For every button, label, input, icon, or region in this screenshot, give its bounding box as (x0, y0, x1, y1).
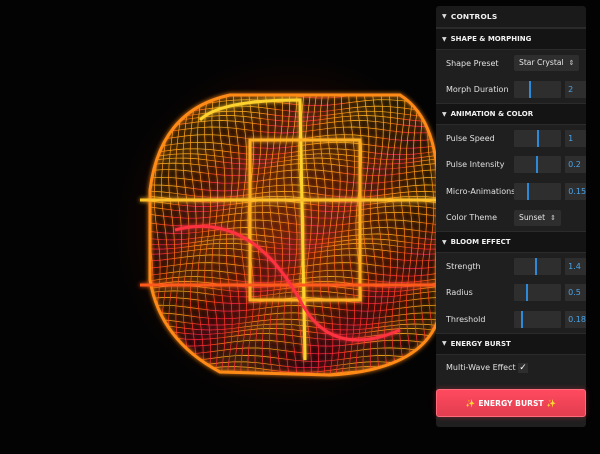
radius-slider[interactable] (513, 284, 562, 302)
controls-header[interactable]: ▼ CONTROLS (436, 6, 586, 28)
color-theme-label: Color Theme (446, 213, 498, 223)
pulse-speed-row: Pulse Speed 1 (436, 125, 586, 152)
morph-duration-row: Morph Duration 2 (436, 76, 586, 103)
folder-title: BLOOM EFFECT (450, 238, 511, 246)
micro-animations-label: Micro-Animations (446, 186, 516, 196)
radius-label: Radius (446, 288, 473, 298)
caret-down-icon: ▼ (442, 340, 447, 347)
multi-wave-label: Multi-Wave Effect (446, 363, 516, 373)
micro-animations-slider[interactable] (514, 182, 562, 200)
strength-input[interactable]: 1.4 (565, 257, 586, 275)
controls-title: CONTROLS (450, 12, 498, 21)
pulse-speed-slider[interactable] (513, 129, 562, 147)
color-theme-value: Sunset (519, 212, 546, 222)
multi-wave-checkbox[interactable]: ✓ (518, 362, 528, 373)
sparkles-icon: ✨ (465, 398, 476, 408)
radius-input[interactable]: 0.5 (565, 284, 586, 302)
micro-animations-input[interactable]: 0.15 (565, 182, 586, 200)
shape-preset-label: Shape Preset (446, 58, 499, 68)
folder-title: ENERGY BURST (450, 339, 511, 348)
folder-animation-color[interactable]: ▼ ANIMATION & COLOR (436, 103, 586, 125)
panel-spacer (436, 381, 586, 389)
shape-preset-row: Shape Preset Star Crystal ⇕ (436, 50, 586, 77)
sparkles-icon: ✨ (546, 398, 557, 408)
slider-handle[interactable] (525, 284, 528, 302)
radius-row: Radius 0.5 (436, 279, 586, 306)
slider-handle[interactable] (534, 257, 537, 275)
threshold-input[interactable]: 0.18 (565, 310, 586, 328)
folder-shape-morphing[interactable]: ▼ SHAPE & MORPHING (436, 28, 586, 50)
morph-duration-input[interactable]: 2 (565, 81, 586, 99)
pulse-intensity-input[interactable]: 0.2 (565, 156, 586, 174)
strength-slider[interactable] (513, 257, 562, 275)
slider-handle[interactable] (520, 310, 523, 328)
multi-wave-row: Multi-Wave Effect ✓ (436, 354, 586, 381)
pulse-intensity-label: Pulse Intensity (446, 160, 505, 170)
caret-down-icon: ▼ (442, 238, 447, 246)
color-theme-select[interactable]: Sunset ⇕ (514, 209, 561, 226)
slider-handle[interactable] (528, 81, 531, 99)
shape-preset-value: Star Crystal (519, 58, 564, 68)
checkmark-icon: ✓ (519, 362, 527, 373)
controls-panel: ▼ CONTROLS ▼ SHAPE & MORPHING Shape Pres… (436, 6, 586, 436)
folder-title: SHAPE & MORPHING (450, 35, 532, 43)
pulse-speed-label: Pulse Speed (446, 133, 495, 143)
select-arrows-icon: ⇕ (568, 59, 575, 68)
folder-title: ANIMATION & COLOR (450, 110, 534, 118)
caret-down-icon: ▼ (442, 35, 447, 43)
caret-down-icon: ▼ (442, 13, 447, 20)
threshold-label: Threshold (446, 314, 486, 324)
energy-burst-button[interactable]: ✨ ENERGY BURST ✨ (436, 389, 586, 417)
strength-label: Strength (446, 261, 481, 271)
pulse-intensity-row: Pulse Intensity 0.2 (436, 151, 586, 178)
color-theme-row: Color Theme Sunset ⇕ (436, 204, 586, 231)
pulse-intensity-slider[interactable] (513, 156, 562, 174)
energy-burst-area: ✨ ENERGY BURST ✨ (436, 389, 586, 427)
folder-energy-burst[interactable]: ▼ ENERGY BURST (436, 332, 586, 355)
morph-duration-slider[interactable] (513, 81, 562, 99)
energy-burst-label: ENERGY BURST (478, 398, 544, 408)
caret-down-icon: ▼ (442, 110, 447, 118)
threshold-row: Threshold 0.18 (436, 306, 586, 333)
slider-handle[interactable] (535, 156, 538, 174)
shape-preset-select[interactable]: Star Crystal ⇕ (514, 55, 580, 72)
threshold-slider[interactable] (513, 310, 562, 328)
pulse-speed-input[interactable]: 1 (565, 129, 586, 147)
folder-bloom-effect[interactable]: ▼ BLOOM EFFECT (436, 231, 586, 253)
select-arrows-icon: ⇕ (550, 213, 556, 222)
micro-animations-row: Micro-Animations 0.15 (436, 178, 586, 205)
strength-row: Strength 1.4 (436, 253, 586, 280)
slider-handle[interactable] (527, 182, 529, 200)
morph-duration-label: Morph Duration (446, 85, 509, 95)
slider-handle[interactable] (536, 129, 539, 147)
